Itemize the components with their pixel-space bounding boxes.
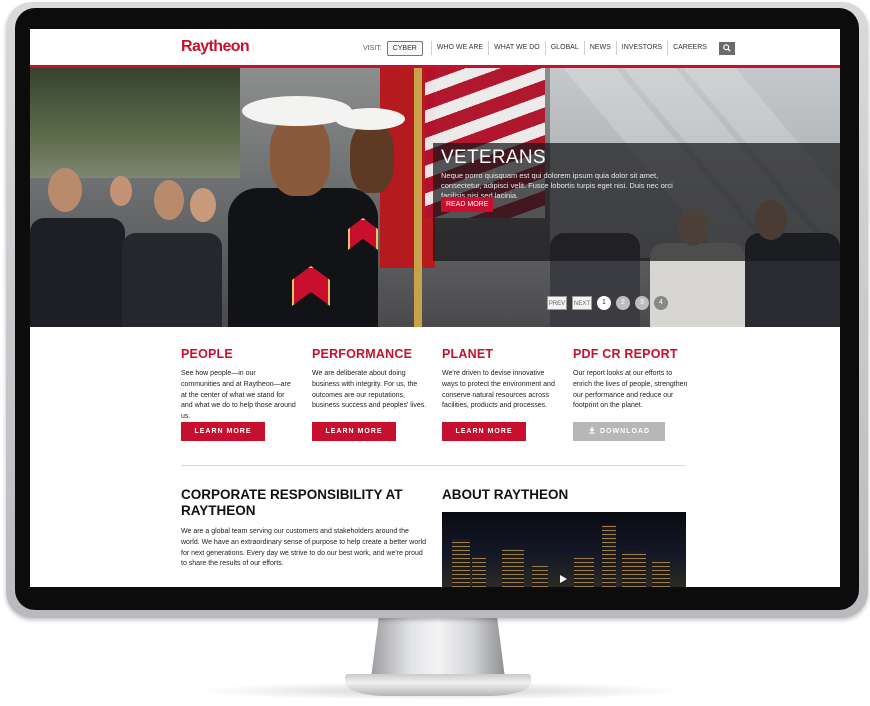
nav-item-careers[interactable]: CAREERS bbox=[667, 41, 712, 55]
monitor-stand-base bbox=[345, 674, 531, 696]
feature-pdf-report: PDF CR REPORT Our report looks at our ef… bbox=[573, 347, 691, 441]
feature-text: We are deliberate about doing business w… bbox=[312, 370, 427, 410]
skyline-building bbox=[472, 557, 486, 587]
skyline-building bbox=[452, 539, 470, 587]
feature-title: PDF CR REPORT bbox=[573, 347, 678, 361]
carousel-pager: PREV NEXT 1 2 3 4 bbox=[547, 296, 668, 310]
pager-dot-3[interactable]: 3 bbox=[635, 296, 649, 310]
feature-text: Our report looks at our efforts to enric… bbox=[573, 370, 688, 410]
nav-item-investors[interactable]: INVESTORS bbox=[615, 41, 667, 55]
pager-dot-2[interactable]: 2 bbox=[616, 296, 630, 310]
read-more-button[interactable]: READ MORE bbox=[441, 197, 494, 212]
marine-figure bbox=[350, 123, 394, 193]
nav-item-what-we-do[interactable]: WHAT WE DO bbox=[488, 41, 545, 55]
skyline-building bbox=[574, 557, 594, 587]
feature-planet: PLANET We're driven to devise innovative… bbox=[442, 347, 557, 441]
flag-pole bbox=[414, 68, 422, 327]
crowd-person bbox=[190, 188, 216, 222]
download-icon bbox=[589, 426, 595, 434]
skyline-building bbox=[532, 565, 548, 587]
skyline-building bbox=[602, 525, 616, 587]
raytheon-logo[interactable]: Raytheon bbox=[181, 38, 250, 56]
section-divider bbox=[181, 465, 686, 466]
search-icon bbox=[723, 44, 731, 52]
site-header: Raytheon VISIT: CYBER WHO WE ARE WHAT WE… bbox=[30, 29, 840, 65]
download-button[interactable]: DOWNLOAD bbox=[573, 422, 665, 441]
about-heading: ABOUT RAYTHEON bbox=[442, 487, 569, 502]
feature-text: We're driven to devise innovative ways t… bbox=[442, 370, 555, 410]
prev-button[interactable]: PREV bbox=[547, 296, 567, 310]
learn-more-button[interactable]: LEARN MORE bbox=[312, 422, 396, 441]
feature-people: PEOPLE See how people—in our communities… bbox=[181, 347, 296, 441]
about-video[interactable] bbox=[442, 512, 686, 587]
next-button[interactable]: NEXT bbox=[572, 296, 592, 310]
skyline-building bbox=[622, 551, 646, 587]
marine-figure bbox=[228, 188, 378, 327]
crowd-person bbox=[122, 233, 222, 327]
skyline-building bbox=[502, 549, 524, 587]
crowd-person bbox=[30, 218, 125, 327]
feature-performance: PERFORMANCE We are deliberate about doin… bbox=[312, 347, 427, 441]
nav-item-news[interactable]: NEWS bbox=[583, 41, 616, 55]
skyline-building bbox=[652, 561, 670, 587]
play-icon[interactable] bbox=[560, 575, 567, 583]
search-button[interactable] bbox=[718, 41, 735, 55]
pager-dot-1[interactable]: 1 bbox=[597, 296, 611, 310]
corporate-responsibility-heading: CORPORATE RESPONSIBILITY AT RAYTHEON bbox=[181, 487, 403, 518]
main-nav: VISIT: CYBER WHO WE ARE WHAT WE DO GLOBA… bbox=[363, 39, 735, 57]
pager-dot-4[interactable]: 4 bbox=[654, 296, 668, 310]
hero-title: VETERANS bbox=[441, 147, 546, 168]
feature-title: PEOPLE bbox=[181, 347, 233, 361]
learn-more-button[interactable]: LEARN MORE bbox=[442, 422, 526, 441]
feature-title: PERFORMANCE bbox=[312, 347, 413, 361]
nav-item-global[interactable]: GLOBAL bbox=[544, 41, 584, 55]
learn-more-button[interactable]: LEARN MORE bbox=[181, 422, 265, 441]
marine-figure bbox=[270, 116, 330, 196]
feature-title: PLANET bbox=[442, 347, 494, 361]
marine-figure bbox=[335, 108, 405, 130]
browser-screen: Raytheon VISIT: CYBER WHO WE ARE WHAT WE… bbox=[30, 29, 840, 587]
nav-visit-label: VISIT: bbox=[363, 44, 382, 52]
feature-text: See how people—in our communities and at… bbox=[181, 370, 296, 421]
crowd-person bbox=[110, 176, 132, 206]
nav-cyber-button[interactable]: CYBER bbox=[386, 40, 423, 56]
nav-item-who-we-are[interactable]: WHO WE ARE bbox=[430, 41, 488, 55]
download-label: DOWNLOAD bbox=[600, 428, 650, 435]
monitor-stand-neck bbox=[371, 616, 505, 678]
crowd-person bbox=[48, 168, 82, 212]
hero-trees bbox=[30, 68, 240, 178]
crowd-person bbox=[154, 180, 184, 220]
corporate-responsibility-text: We are a global team serving our custome… bbox=[181, 528, 427, 568]
